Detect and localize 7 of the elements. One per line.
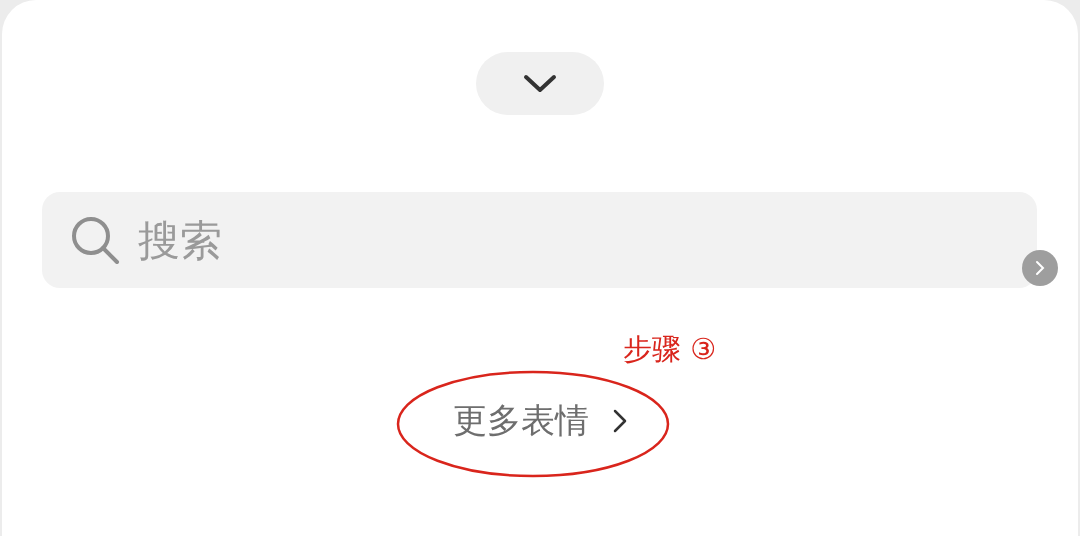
- annotation-label: 步骤 ③: [623, 331, 717, 368]
- chevron-down-icon: [523, 73, 557, 94]
- search-icon: [70, 215, 120, 265]
- chevron-right-icon: [1035, 260, 1045, 276]
- search-field[interactable]: 搜索: [42, 192, 1037, 288]
- chevron-right-icon: [613, 409, 627, 433]
- side-arrow-button[interactable]: [1022, 250, 1058, 286]
